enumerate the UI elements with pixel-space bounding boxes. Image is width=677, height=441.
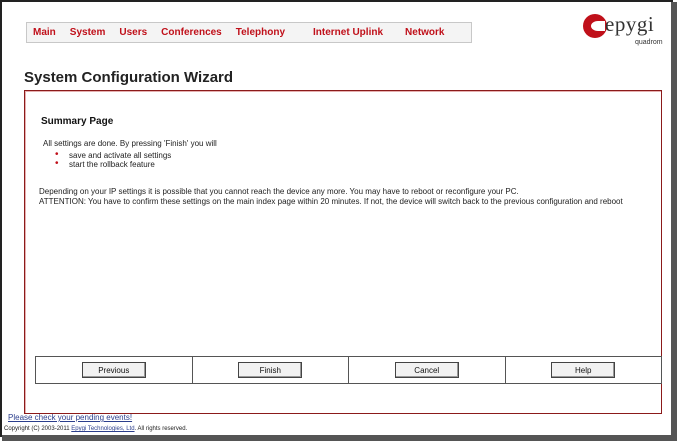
frame-shadow-right [671, 2, 677, 441]
button-cell: Finish [193, 357, 349, 383]
help-button[interactable]: Help [551, 362, 616, 378]
nav-item-internet-uplink[interactable]: Internet Uplink [313, 27, 383, 38]
button-cell: Previous [36, 357, 193, 383]
nav-item-system[interactable]: System [70, 27, 106, 38]
logo-product: quadrom [635, 39, 663, 46]
wizard-panel: Summary Page All settings are done. By p… [24, 90, 662, 414]
summary-intro: All settings are done. By pressing 'Fini… [43, 139, 217, 148]
summary-bullet-list: save and activate all settings start the… [55, 150, 171, 169]
frame-shadow-bottom [2, 435, 677, 441]
nav-item-conferences[interactable]: Conferences [161, 27, 222, 38]
nav-item-main[interactable]: Main [33, 27, 56, 38]
summary-note: Depending on your IP settings it is poss… [39, 187, 651, 207]
company-link[interactable]: Epygi Technologies, Ltd [71, 426, 134, 432]
copyright-prefix: Copyright (C) 2003-2011 [4, 426, 72, 432]
button-cell: Help [506, 357, 662, 383]
note-line-2: ATTENTION: You have to confirm these set… [39, 197, 623, 206]
summary-title: Summary Page [41, 116, 114, 127]
button-cell: Cancel [349, 357, 506, 383]
button-bar: Previous Finish Cancel Help [35, 356, 662, 384]
nav-item-users[interactable]: Users [119, 27, 147, 38]
finish-button[interactable]: Finish [238, 362, 303, 378]
cancel-button[interactable]: Cancel [394, 362, 459, 378]
copyright-suffix: . All rights reserved. [134, 426, 188, 432]
logo-mark-icon [583, 14, 607, 38]
pending-events-link[interactable]: Please check your pending events! [8, 413, 132, 422]
list-item: save and activate all settings [55, 150, 171, 160]
page-title: System Configuration Wizard [24, 69, 234, 86]
logo-wordmark: epygi [605, 12, 655, 36]
epygi-logo: epygi quadrom [583, 12, 673, 52]
top-nav-bar: Main System Users Conferences Telephony … [26, 22, 472, 43]
nav-item-network[interactable]: Network [405, 27, 444, 38]
previous-button[interactable]: Previous [81, 362, 146, 378]
list-item: start the rollback feature [55, 159, 171, 169]
nav-item-telephony[interactable]: Telephony [236, 27, 285, 38]
note-line-1: Depending on your IP settings it is poss… [39, 187, 519, 196]
copyright-text: Copyright (C) 2003-2011 Epygi Technologi… [4, 426, 187, 432]
